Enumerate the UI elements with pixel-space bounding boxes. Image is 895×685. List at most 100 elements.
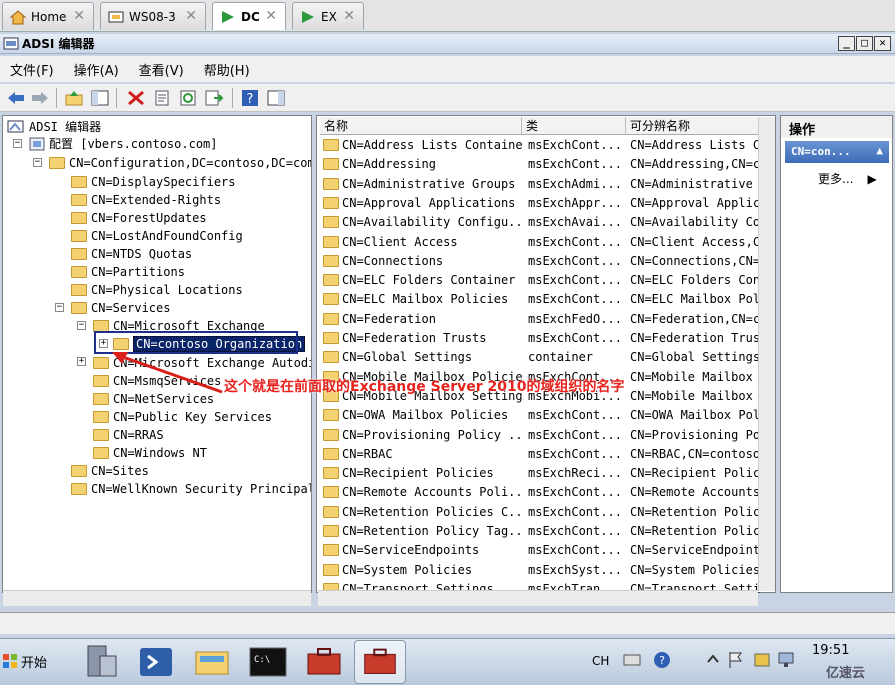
collapse-icon[interactable]: − [77, 321, 86, 330]
tree-horizontal-scrollbar[interactable] [3, 590, 311, 606]
start-button[interactable]: 开始 [2, 646, 52, 676]
list-item[interactable]: CN=Availability Configu... msExchAvai... C… [320, 213, 760, 232]
list-item[interactable]: CN=Provisioning Policy ... msExchCont... C… [320, 426, 760, 445]
cmd-icon[interactable]: C:\ [242, 640, 294, 684]
list-item[interactable]: CN=Global Settings container CN=Global Set… [320, 348, 760, 367]
list-item[interactable]: CN=Remote Accounts Poli... msExchCont... C… [320, 483, 760, 502]
list-item[interactable]: CN=Retention Policies C... msExchCont... C… [320, 503, 760, 522]
menu-help[interactable]: 帮助(H) [204, 60, 250, 79]
tree-item[interactable]: CN=ForestUpdates [71, 209, 207, 226]
back-arrow-icon[interactable] [6, 89, 26, 107]
toolbox-icon[interactable] [298, 640, 350, 684]
flag-icon[interactable] [726, 650, 746, 670]
tree-root[interactable]: ADSI 编辑器 [7, 118, 101, 135]
tree-item[interactable]: CN=MsmqServices [93, 372, 221, 389]
tree-item[interactable]: CN=RRAS [93, 426, 164, 443]
list-vertical-scrollbar[interactable] [758, 117, 775, 591]
security-icon[interactable] [752, 650, 772, 670]
vm-tab-ex[interactable]: EX ✕ [292, 2, 364, 30]
column-name[interactable]: 名称 [320, 117, 522, 135]
export-list-icon[interactable] [204, 89, 224, 107]
list-item[interactable]: CN=Federation msExchFedO... CN=Federation,… [320, 310, 760, 329]
tree-item[interactable]: CN=Microsoft Exchange Autodis [93, 354, 311, 371]
menu-view[interactable]: 查看(V) [139, 60, 184, 79]
list-item[interactable]: CN=Connections msExchCont... CN=Connection… [320, 252, 760, 271]
language-indicator[interactable]: CH [592, 654, 609, 668]
menu-file[interactable]: 文件(F) [10, 60, 54, 79]
close-icon[interactable]: ✕ [73, 8, 85, 24]
tree-item-services[interactable]: CN=Services [71, 299, 170, 316]
close-icon[interactable]: ✕ [265, 8, 277, 24]
explorer-icon[interactable] [186, 640, 238, 684]
action-selected-item[interactable]: CN=con... ▲ [785, 141, 889, 163]
list-item[interactable]: CN=ELC Mailbox Policies msExchCont... CN=E… [320, 290, 760, 309]
show-action-pane-icon[interactable] [266, 89, 286, 107]
vm-tab-dc[interactable]: DC ✕ [212, 2, 286, 30]
close-icon[interactable]: ✕ [343, 8, 355, 24]
list-item[interactable]: CN=Client Access msExchCont... CN=Client A… [320, 233, 760, 252]
tree-item[interactable]: CN=NTDS Quotas [71, 245, 192, 262]
tree-item[interactable]: CN=Extended-Rights [71, 191, 221, 208]
network-icon[interactable] [776, 650, 796, 670]
keyboard-icon[interactable] [622, 650, 642, 670]
list-item-name: CN=Remote Accounts Poli... [342, 485, 524, 500]
folder-icon [71, 211, 87, 224]
list-item[interactable]: CN=Recipient Policies msExchReci... CN=Rec… [320, 464, 760, 483]
chevron-up-icon[interactable] [706, 652, 720, 668]
tree-item[interactable]: CN=Partitions [71, 263, 185, 280]
close-icon[interactable]: ✕ [185, 8, 197, 24]
vm-tab-ws08-3[interactable]: WS08-3 ✕ [100, 2, 206, 30]
list-item[interactable]: CN=ServiceEndpoints msExchCont... CN=Servi… [320, 541, 760, 560]
collapse-icon[interactable]: − [13, 139, 22, 148]
column-class[interactable]: 类 [522, 117, 626, 135]
toolbar-separator [232, 88, 233, 108]
close-button[interactable]: ✕ [874, 36, 891, 51]
chevron-right-icon: ▶ [867, 172, 877, 186]
menu-action[interactable]: 操作(A) [74, 60, 119, 79]
tree-item[interactable]: CN=DisplaySpecifiers [71, 173, 236, 190]
action-more[interactable]: 更多... ▶ [818, 170, 877, 187]
expand-icon[interactable]: + [77, 357, 86, 366]
delete-icon[interactable] [126, 89, 146, 107]
column-distinguished-name[interactable]: 可分辨名称 [626, 117, 760, 135]
list-horizontal-scrollbar[interactable] [318, 590, 758, 606]
minimize-button[interactable]: _ [838, 36, 855, 51]
properties-icon[interactable] [152, 89, 172, 107]
list-item[interactable]: CN=Approval Applications msExchAppr... CN=… [320, 194, 760, 213]
list-item[interactable]: CN=Retention Policy Tag... msExchCont... C… [320, 522, 760, 541]
clock[interactable]: 19:51 [812, 643, 849, 658]
tree-item[interactable]: CN=Physical Locations [71, 281, 243, 298]
maximize-button[interactable]: □ [856, 36, 873, 51]
tree-item[interactable]: CN=WellKnown Security Principals [71, 480, 311, 497]
tree-item[interactable]: CN=NetServices [93, 390, 214, 407]
list-item[interactable]: CN=Federation Trusts msExchCont... CN=Fede… [320, 329, 760, 348]
collapse-icon[interactable]: − [33, 158, 42, 167]
tree-item[interactable]: CN=Windows NT [93, 444, 207, 461]
list-item[interactable]: CN=System Policies msExchSyst... CN=System… [320, 561, 760, 580]
powershell-icon[interactable] [130, 640, 182, 684]
collapse-icon[interactable]: − [55, 303, 64, 312]
forward-arrow-icon[interactable] [30, 89, 50, 107]
help-circle-icon[interactable]: ? [652, 650, 672, 670]
show-hide-tree-icon[interactable] [90, 89, 110, 107]
server-manager-icon[interactable] [74, 640, 126, 684]
adsi-edit-task-icon[interactable] [354, 640, 406, 684]
tree-item-config[interactable]: 配置 [vbers.contoso.com] [29, 135, 218, 152]
list-item[interactable]: CN=Addressing msExchCont... CN=Addressing,… [320, 155, 760, 174]
list-item-class: msExchCont... [528, 138, 622, 152]
tree-item-label: CN=Public Key Services [113, 409, 272, 424]
list-item[interactable]: CN=OWA Mailbox Policies msExchCont... CN=O… [320, 406, 760, 425]
list-item[interactable]: CN=Administrative Groups msExchAdmi... CN=… [320, 175, 760, 194]
tree-item-configuration-dn[interactable]: CN=Configuration,DC=contoso,DC=com [49, 154, 311, 171]
tree-item[interactable]: CN=LostAndFoundConfig [71, 227, 243, 244]
vm-tab-home[interactable]: Home ✕ [2, 2, 94, 30]
list-item[interactable]: CN=RBAC msExchCont... CN=RBAC,CN=contoso [320, 445, 760, 464]
refresh-icon[interactable] [178, 89, 198, 107]
tree-item[interactable]: CN=Sites [71, 462, 149, 479]
adsi-app-icon [7, 120, 24, 132]
list-item[interactable]: CN=ELC Folders Container msExchCont... CN=… [320, 271, 760, 290]
list-item[interactable]: CN=Address Lists Container msExchCont... C… [320, 136, 760, 155]
help-icon[interactable]: ? [240, 89, 260, 107]
up-folder-icon[interactable] [64, 89, 84, 107]
tree-item[interactable]: CN=Public Key Services [93, 408, 272, 425]
